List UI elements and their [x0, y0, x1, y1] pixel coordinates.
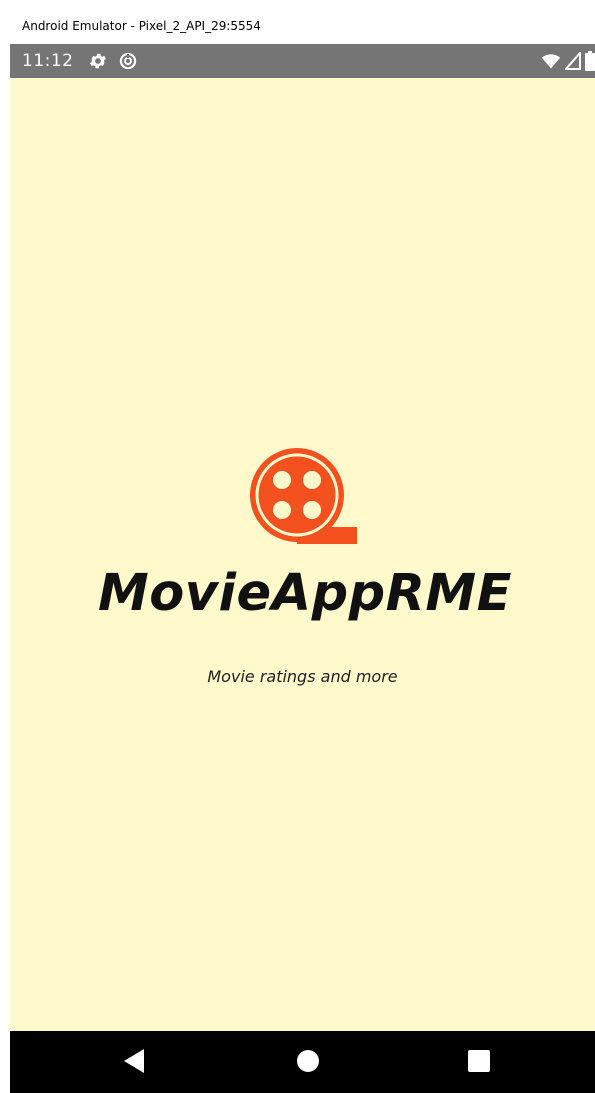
cell-signal-icon — [563, 50, 581, 75]
device-screen: 11:12 MovieAppRME Movie ratings and more — [10, 44, 595, 1093]
app-tagline: Movie ratings and more — [207, 667, 398, 686]
window-title: Android Emulator - Pixel_2_API_29:5554 — [22, 19, 261, 33]
window-titlebar: Android Emulator - Pixel_2_API_29:5554 — [10, 8, 595, 44]
recents-icon — [468, 1049, 490, 1077]
status-right-icons — [541, 50, 595, 76]
home-button[interactable] — [286, 1041, 330, 1085]
splash-screen: MovieAppRME Movie ratings and more — [10, 78, 595, 1031]
emulator-window: Android Emulator - Pixel_2_API_29:5554 1… — [0, 0, 595, 1093]
settings-gear-icon — [88, 51, 108, 71]
back-icon — [122, 1048, 146, 1079]
back-button[interactable] — [112, 1041, 156, 1085]
status-time: 11:12 — [22, 51, 74, 71]
film-reel-icon — [249, 447, 363, 547]
data-saver-icon — [118, 51, 138, 71]
recents-button[interactable] — [457, 1041, 501, 1085]
navigation-bar — [10, 1031, 595, 1093]
battery-icon — [585, 51, 595, 76]
home-icon — [296, 1049, 320, 1078]
status-bar: 11:12 — [10, 44, 595, 78]
app-name: MovieAppRME — [98, 564, 512, 623]
wifi-icon — [541, 52, 561, 75]
